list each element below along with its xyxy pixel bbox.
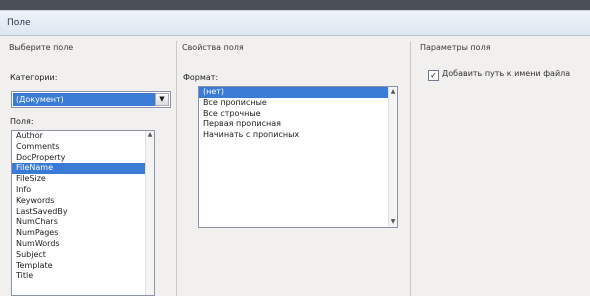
list-item[interactable]: LastSavedBy bbox=[12, 207, 154, 218]
list-item[interactable]: Comments bbox=[12, 142, 154, 153]
fields-list[interactable]: Author Comments DocProperty FileName FileSiz… bbox=[11, 130, 155, 296]
categories-dropdown[interactable]: (Документ) ▼ bbox=[11, 91, 171, 108]
format-scrollbar[interactable]: ▲ ▼ bbox=[388, 87, 397, 227]
list-item[interactable]: FileName bbox=[12, 163, 154, 175]
categories-label: Категории: bbox=[10, 73, 58, 82]
list-item[interactable]: NumPages bbox=[12, 228, 154, 239]
scroll-up-arrow-icon[interactable]: ▲ bbox=[147, 132, 153, 138]
list-item[interactable]: Все прописные bbox=[199, 98, 397, 109]
format-list[interactable]: (нет) Все прописные Все строчные Первая про… bbox=[198, 86, 398, 228]
scroll-down-arrow-icon[interactable]: ▼ bbox=[390, 219, 396, 225]
field-dialog: Поле Выберите поле Категории: (Документ)… bbox=[0, 10, 590, 296]
title-bar: Поле bbox=[0, 11, 590, 36]
list-item[interactable]: Title bbox=[12, 271, 154, 282]
top-bar bbox=[0, 0, 590, 10]
list-item[interactable]: Начинать с прописных bbox=[199, 130, 397, 141]
list-item[interactable]: NumWords bbox=[12, 239, 154, 250]
choose-field-group-title: Выберите поле bbox=[9, 43, 74, 52]
list-item[interactable]: (нет) bbox=[199, 87, 397, 98]
divider bbox=[410, 41, 411, 296]
field-properties-group-title: Свойства поля bbox=[182, 43, 244, 52]
list-item[interactable]: DocProperty bbox=[12, 153, 154, 164]
add-path-checkbox[interactable]: ✓ bbox=[428, 70, 439, 81]
field-options-panel: Параметры поля ✓ Добавить путь к имени ф… bbox=[416, 41, 590, 296]
field-properties-panel: Свойства поля Формат: (нет) Все прописные… bbox=[178, 41, 408, 296]
list-item[interactable]: Subject bbox=[12, 250, 154, 261]
list-item[interactable]: Keywords bbox=[12, 196, 154, 207]
divider bbox=[176, 41, 177, 296]
window-title: Поле bbox=[7, 18, 31, 28]
scroll-up-arrow-icon[interactable]: ▲ bbox=[390, 89, 396, 95]
field-options-group-title: Параметры поля bbox=[420, 43, 491, 52]
fields-label: Поля: bbox=[10, 117, 34, 126]
list-item[interactable]: NumChars bbox=[12, 217, 154, 228]
choose-field-panel: Выберите поле Категории: (Документ) ▼ По… bbox=[5, 41, 175, 296]
list-item[interactable]: Все строчные bbox=[199, 109, 397, 120]
add-path-label[interactable]: Добавить путь к имени файла bbox=[442, 69, 570, 78]
list-item[interactable]: Info bbox=[12, 185, 154, 196]
list-item[interactable]: FileSize bbox=[12, 174, 154, 185]
format-label: Формат: bbox=[183, 73, 219, 82]
fields-scrollbar[interactable]: ▲ bbox=[145, 131, 154, 295]
list-item[interactable]: Author bbox=[12, 131, 154, 142]
chevron-down-icon[interactable]: ▼ bbox=[155, 93, 169, 106]
list-item[interactable]: Template bbox=[12, 261, 154, 272]
categories-value: (Документ) bbox=[13, 93, 155, 106]
list-item[interactable]: Первая прописная bbox=[199, 119, 397, 130]
